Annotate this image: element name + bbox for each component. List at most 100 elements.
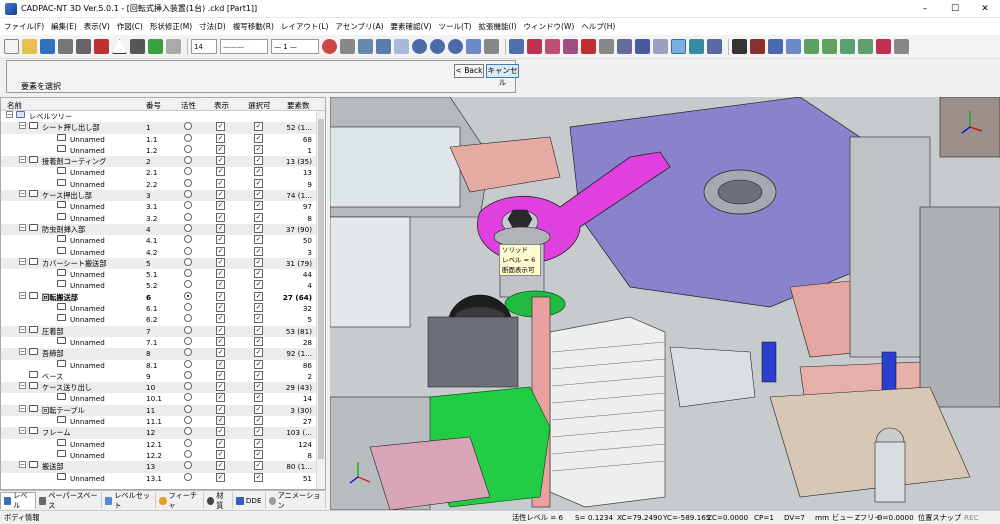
info-icon[interactable] bbox=[617, 39, 632, 54]
select-icon[interactable] bbox=[671, 39, 686, 54]
tree-group-row[interactable]: − 接着剤コーティング 2 ✓ ✓ 13 (35) bbox=[1, 156, 325, 168]
selectable-checkbox[interactable]: ✓ bbox=[254, 461, 263, 471]
collapse-icon[interactable]: − bbox=[19, 325, 26, 333]
active-radio[interactable] bbox=[184, 438, 192, 447]
active-radio[interactable] bbox=[184, 201, 192, 210]
move-arrows-icon[interactable] bbox=[130, 39, 145, 54]
tree-subitem-row[interactable]: Unnamed 7.1 ✓ ✓ 28 bbox=[1, 336, 325, 348]
tree-group-row[interactable]: − 防虫剤挿入部 4 ✓ ✓ 37 (90) bbox=[1, 223, 325, 236]
tree-subitem-row[interactable]: Unnamed 2.2 ✓ ✓ 9 bbox=[1, 178, 325, 190]
section-view-icon[interactable] bbox=[876, 39, 891, 54]
header-elements[interactable]: 要素数 bbox=[287, 100, 310, 111]
collapse-icon[interactable]: − bbox=[19, 461, 26, 469]
display-checkbox[interactable]: ✓ bbox=[216, 370, 225, 380]
delete-icon[interactable] bbox=[94, 39, 109, 54]
line-style-combo[interactable]: ——— bbox=[220, 39, 268, 54]
tree-subitem-row[interactable]: Unnamed 6.2 ✓ ✓ 5 bbox=[1, 314, 325, 325]
trim-icon[interactable] bbox=[76, 39, 91, 54]
tree-root[interactable]: − レベルツリー bbox=[1, 111, 325, 122]
active-radio[interactable] bbox=[184, 314, 192, 323]
display-checkbox[interactable]: ✓ bbox=[216, 348, 225, 358]
selectable-checkbox[interactable]: ✓ bbox=[254, 223, 263, 233]
selectable-checkbox[interactable]: ✓ bbox=[254, 303, 263, 313]
view-icon[interactable] bbox=[376, 39, 391, 54]
active-radio[interactable] bbox=[184, 348, 192, 357]
hidden-line-icon[interactable] bbox=[768, 39, 783, 54]
collapse-icon[interactable]: − bbox=[19, 404, 26, 412]
tree-group-row[interactable]: − 回転テーブル 11 ✓ ✓ 3 (30) bbox=[1, 404, 325, 417]
selectable-checkbox[interactable]: ✓ bbox=[254, 144, 263, 154]
selectable-checkbox[interactable]: ✓ bbox=[254, 235, 263, 245]
tab-paperspace[interactable]: ペーパースペース bbox=[36, 491, 103, 510]
layer-icon[interactable] bbox=[340, 39, 355, 54]
clip-icon[interactable] bbox=[545, 39, 560, 54]
header-name[interactable]: 名前 bbox=[7, 100, 22, 111]
active-radio[interactable] bbox=[184, 144, 192, 153]
collapse-icon[interactable]: − bbox=[6, 111, 13, 118]
selectable-checkbox[interactable]: ✓ bbox=[254, 167, 263, 177]
active-radio[interactable] bbox=[184, 404, 192, 413]
shade-icon[interactable] bbox=[786, 39, 801, 54]
display-checkbox[interactable]: ✓ bbox=[216, 438, 225, 448]
zoom-icon[interactable] bbox=[448, 39, 463, 54]
selectable-checkbox[interactable]: ✓ bbox=[254, 314, 263, 324]
display-checkbox[interactable]: ✓ bbox=[216, 144, 225, 154]
tab-feature[interactable]: フィーチャ bbox=[156, 491, 205, 510]
tree-subitem-row[interactable]: Unnamed 5.2 ✓ ✓ 4 bbox=[1, 280, 325, 291]
selectable-checkbox[interactable]: ✓ bbox=[254, 472, 263, 482]
more-icon[interactable] bbox=[894, 39, 909, 54]
tree-group-row[interactable]: − 搬送部 13 ✓ ✓ 80 (1... bbox=[1, 461, 325, 473]
menu-extensions[interactable]: 拡張機能(I) bbox=[478, 21, 516, 32]
tree-group-row[interactable]: − 吾締部 8 ✓ ✓ 92 (1... bbox=[1, 348, 325, 360]
side-view-icon[interactable] bbox=[840, 39, 855, 54]
active-radio[interactable] bbox=[184, 178, 192, 187]
cancel-button[interactable]: キャンセル bbox=[486, 64, 519, 87]
active-radio[interactable] bbox=[184, 156, 192, 165]
collapse-icon[interactable]: − bbox=[19, 348, 26, 356]
header-selectable[interactable]: 選択可 bbox=[248, 100, 271, 111]
render-icon[interactable] bbox=[689, 39, 704, 54]
open-folder-icon[interactable] bbox=[22, 39, 37, 54]
selectable-checkbox[interactable]: ✓ bbox=[254, 178, 263, 188]
paint-icon[interactable] bbox=[563, 39, 578, 54]
tree-subitem-row[interactable]: Unnamed 8.1 ✓ ✓ 86 bbox=[1, 359, 325, 371]
query-icon[interactable] bbox=[599, 39, 614, 54]
shaded-cube-icon[interactable] bbox=[509, 39, 524, 54]
grid-icon[interactable] bbox=[148, 39, 163, 54]
display-checkbox[interactable]: ✓ bbox=[216, 461, 225, 471]
active-radio[interactable] bbox=[184, 416, 192, 425]
selectable-checkbox[interactable]: ✓ bbox=[254, 269, 263, 279]
collapse-icon[interactable]: − bbox=[19, 427, 26, 435]
list-icon[interactable] bbox=[635, 39, 650, 54]
wireframe-icon[interactable] bbox=[750, 39, 765, 54]
tree-group-row[interactable]: ベース 9 ✓ ✓ 2 bbox=[1, 370, 325, 382]
back-button[interactable]: < Back bbox=[454, 64, 484, 78]
tree-subitem-row[interactable]: Unnamed 2.1 ✓ ✓ 13 bbox=[1, 167, 325, 178]
display-checkbox[interactable]: ✓ bbox=[216, 416, 225, 426]
scroll-thumb[interactable] bbox=[318, 119, 324, 459]
status-view[interactable]: ビュー bbox=[832, 511, 854, 524]
display-checkbox[interactable]: ✓ bbox=[216, 246, 225, 256]
new-file-icon[interactable] bbox=[4, 39, 19, 54]
active-radio[interactable] bbox=[184, 291, 192, 300]
display-checkbox[interactable]: ✓ bbox=[216, 314, 225, 324]
active-radio[interactable] bbox=[184, 280, 192, 289]
selectable-checkbox[interactable]: ✓ bbox=[254, 427, 263, 437]
active-radio[interactable] bbox=[184, 122, 192, 131]
selectable-checkbox[interactable]: ✓ bbox=[254, 156, 263, 166]
menu-layout[interactable]: レイアウト(L) bbox=[281, 21, 329, 32]
collapse-icon[interactable]: − bbox=[19, 291, 26, 299]
display-checkbox[interactable]: ✓ bbox=[216, 257, 225, 267]
selectable-checkbox[interactable]: ✓ bbox=[254, 382, 263, 392]
active-radio[interactable] bbox=[184, 223, 192, 232]
tree-group-row[interactable]: − 圧着部 7 ✓ ✓ 53 (81) bbox=[1, 325, 325, 337]
tree-scrollbar[interactable] bbox=[316, 111, 325, 489]
selectable-checkbox[interactable]: ✓ bbox=[254, 393, 263, 403]
collapse-icon[interactable]: − bbox=[19, 156, 26, 164]
selectable-checkbox[interactable]: ✓ bbox=[254, 133, 263, 143]
selectable-checkbox[interactable]: ✓ bbox=[254, 404, 263, 414]
selectable-checkbox[interactable]: ✓ bbox=[254, 438, 263, 448]
display-checkbox[interactable]: ✓ bbox=[216, 212, 225, 222]
menu-help[interactable]: ヘルプ(H) bbox=[581, 21, 615, 32]
display-checkbox[interactable]: ✓ bbox=[216, 449, 225, 459]
